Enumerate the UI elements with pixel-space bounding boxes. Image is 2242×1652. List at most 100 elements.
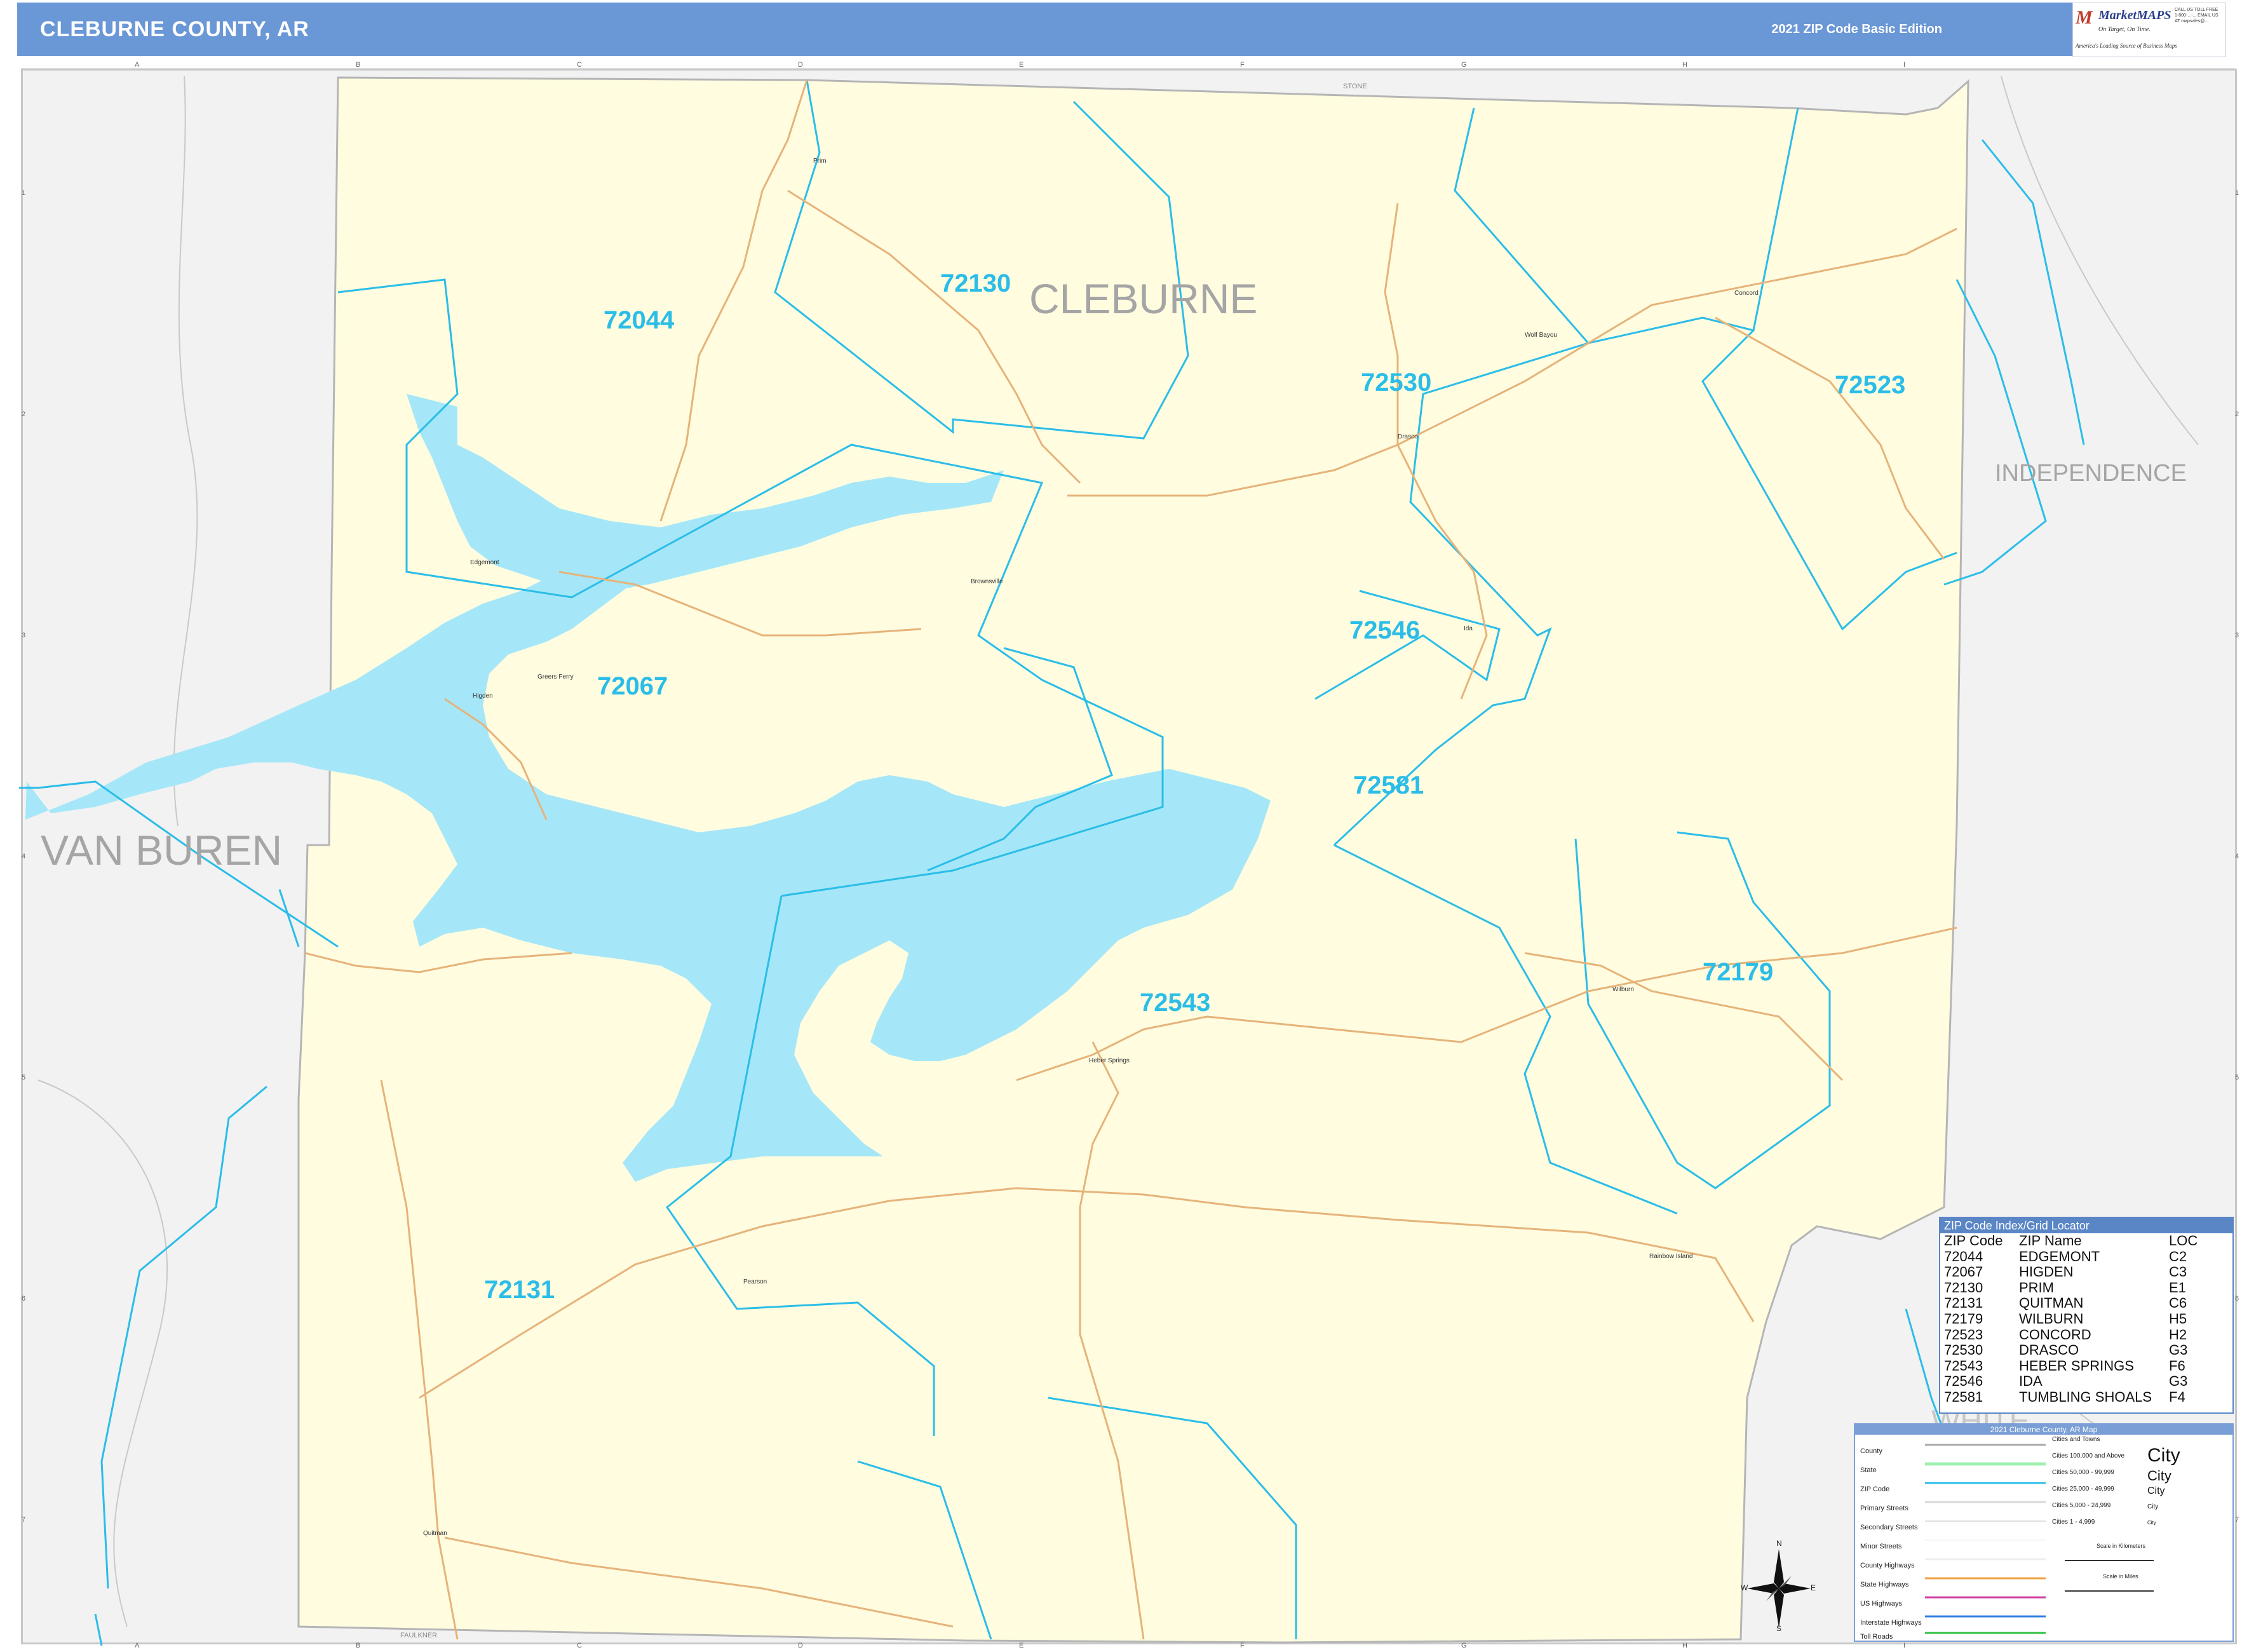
zip-name: IDA — [2019, 1373, 2043, 1390]
grid-col-label: F — [1240, 61, 1245, 69]
compass-star — [1747, 1549, 1811, 1628]
zip-code: 72543 — [1944, 1357, 1983, 1374]
zip-name: HIGDEN — [2019, 1264, 2074, 1280]
map-canvas[interactable] — [0, 0, 2242, 1652]
zip-label[interactable]: 72130 — [940, 269, 1011, 298]
zip-index-panel: ZIP Code Index/Grid Locator ZIP Code ZIP… — [1939, 1217, 2234, 1414]
grid-col-label: I — [1903, 61, 1906, 69]
legend-item: Interstate Highways — [1860, 1619, 1922, 1627]
zip-label[interactable]: 72523 — [1835, 371, 1905, 400]
zip-label[interactable]: 72067 — [597, 672, 668, 701]
place-label: Higden — [473, 693, 493, 700]
place-label: Pearson — [743, 1278, 767, 1285]
legend-city-sample: City — [2147, 1486, 2165, 1496]
county-label-van-buren: VAN BUREN — [41, 827, 283, 874]
grid-col-label-bottom: A — [135, 1642, 140, 1649]
map-legend: 2021 Cleburne County, AR Map County Stat… — [1854, 1423, 2234, 1642]
grid-col-label-bottom: F — [1240, 1642, 1245, 1649]
legend-item: Minor Streets — [1860, 1543, 1902, 1550]
zip-code: 72130 — [1944, 1279, 1983, 1296]
zip-index-row[interactable]: 72546 IDA G3 — [1940, 1374, 2232, 1390]
zip-loc: E1 — [2169, 1279, 2186, 1296]
grid-col-label-bottom: E — [1019, 1642, 1024, 1649]
grid-col-label-bottom: B — [356, 1642, 361, 1649]
zip-label[interactable]: 72543 — [1140, 989, 1210, 1017]
zip-code: 72581 — [1944, 1388, 1983, 1405]
zip-name: TUMBLING SHOALS — [2019, 1388, 2152, 1405]
zip-index-row[interactable]: 72581 TUMBLING SHOALS F4 — [1940, 1388, 2232, 1405]
place-label: Quitman — [423, 1530, 447, 1537]
legend-item: State Highways — [1860, 1581, 1909, 1588]
zip-name: EDGEMONT — [2019, 1248, 2100, 1264]
zip-index-row[interactable]: 72523 CONCORD H2 — [1940, 1327, 2232, 1343]
legend-item: US Highways — [1860, 1600, 1903, 1608]
zip-name: WILBURN — [2019, 1310, 2084, 1327]
grid-col-label: H — [1682, 61, 1687, 69]
zip-loc: G3 — [2169, 1373, 2188, 1390]
border-label-stone: STONE — [1343, 83, 1367, 90]
legend-city-class: Cities 50,000 - 99,999 — [2052, 1469, 2114, 1476]
grid-row-label: 1 — [22, 189, 26, 197]
grid-row-label: 7 — [22, 1516, 26, 1524]
place-label: Heber Springs — [1089, 1057, 1130, 1064]
zip-loc: C2 — [2169, 1248, 2187, 1264]
zip-index-row[interactable]: 72131 QUITMAN C6 — [1940, 1296, 2232, 1311]
zip-loc: F4 — [2169, 1388, 2185, 1405]
grid-col-label-bottom: G — [1461, 1642, 1467, 1649]
grid-col-label-bottom: C — [577, 1642, 582, 1649]
zip-code: 72530 — [1944, 1342, 1983, 1358]
grid-row-label-right: 4 — [2235, 853, 2239, 860]
grid-row-label: 3 — [22, 632, 26, 639]
border-label-faulkner: FAULKNER — [400, 1632, 438, 1639]
grid-col-label: D — [798, 61, 803, 69]
place-label: Edgemont — [470, 559, 499, 566]
legend-item: ZIP Code — [1860, 1486, 1890, 1493]
zip-loc: H5 — [2169, 1310, 2187, 1327]
header-zip-code: ZIP Code — [1944, 1233, 2003, 1249]
header-zip-name: ZIP Name — [2019, 1233, 2082, 1249]
zip-index-header: ZIP Code ZIP Name LOC — [1940, 1233, 2232, 1249]
zip-label[interactable]: 72530 — [1361, 369, 1431, 397]
zip-index-row[interactable]: 72530 DRASCO G3 — [1940, 1343, 2232, 1358]
zip-label[interactable]: 72044 — [604, 306, 674, 335]
grid-col-label-bottom: D — [798, 1642, 803, 1649]
legend-scale-mi: Scale in Miles — [2103, 1573, 2138, 1580]
grid-row-label: 5 — [22, 1074, 26, 1081]
header-loc: LOC — [2169, 1233, 2198, 1249]
legend-item: Secondary Streets — [1860, 1524, 1918, 1531]
zip-index-row[interactable]: 72044 EDGEMONT C2 — [1940, 1249, 2232, 1265]
zip-label[interactable]: 72179 — [1703, 958, 1773, 987]
place-label: Concord — [1734, 290, 1759, 297]
place-label: Wolf Bayou — [1525, 332, 1557, 339]
zip-code: 72044 — [1944, 1248, 1983, 1264]
place-label: Drasco — [1398, 433, 1418, 440]
legend-item: County Highways — [1860, 1562, 1915, 1569]
zip-label[interactable]: 72546 — [1349, 616, 1420, 645]
legend-title: 2021 Cleburne County, AR Map — [1855, 1425, 2232, 1435]
zip-code: 72523 — [1944, 1326, 1983, 1343]
zip-index-row[interactable]: 72067 HIGDEN C3 — [1940, 1264, 2232, 1280]
grid-col-label: C — [577, 61, 582, 69]
grid-col-label: B — [356, 61, 361, 69]
place-label: Rainbow Island — [1649, 1253, 1693, 1260]
zip-index-row[interactable]: 72130 PRIM E1 — [1940, 1280, 2232, 1296]
grid-col-label: A — [135, 61, 140, 69]
zip-index-row[interactable]: 72543 HEBER SPRINGS F6 — [1940, 1358, 2232, 1374]
grid-row-label-right: 7 — [2235, 1516, 2239, 1524]
zip-code: 72131 — [1944, 1295, 1983, 1311]
grid-row-label-right: 3 — [2235, 632, 2239, 639]
zip-label[interactable]: 72131 — [484, 1276, 555, 1304]
zip-label[interactable]: 72581 — [1353, 771, 1424, 800]
compass-rose-icon: N S W E — [1741, 1538, 1817, 1633]
grid-col-label: G — [1461, 61, 1467, 69]
grid-row-label: 2 — [22, 410, 26, 418]
grid-row-label-right: 5 — [2235, 1074, 2239, 1081]
legend-city-class: Cities 5,000 - 24,999 — [2052, 1502, 2111, 1509]
compass-e: E — [1811, 1583, 1816, 1592]
place-label: Brownsville — [971, 578, 1003, 585]
zip-index-row[interactable]: 72179 WILBURN H5 — [1940, 1311, 2232, 1327]
legend-item: Primary Streets — [1860, 1505, 1908, 1512]
legend-city-sample: City — [2147, 1445, 2180, 1466]
legend-city-sample: City — [2147, 1520, 2156, 1526]
grid-col-label-bottom: I — [1903, 1642, 1906, 1649]
